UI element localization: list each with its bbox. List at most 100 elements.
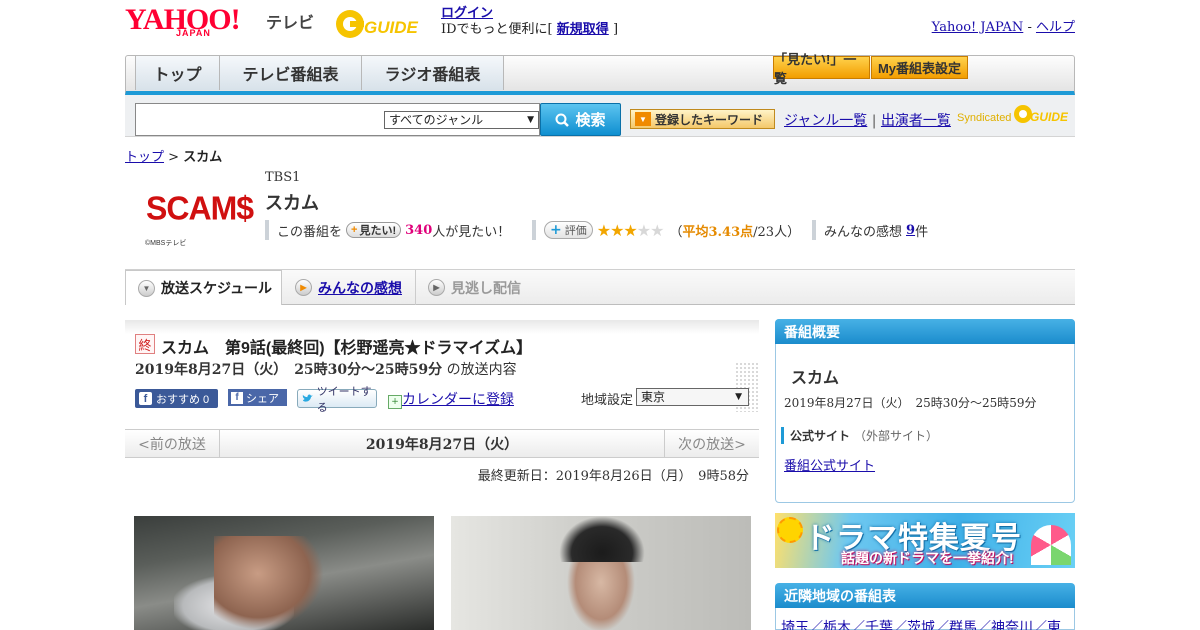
mitai-button[interactable]: + 見たい!	[346, 222, 402, 238]
mitai-info: この番組を + 見たい! 340 人が見たい！	[265, 220, 510, 240]
rating-prefix: （	[669, 224, 683, 240]
help-link[interactable]: ヘルプ	[1036, 20, 1075, 35]
triangle-down-icon: ▼	[635, 112, 651, 126]
drama-banner-subtitle: 話題の新ドラマを一挙紹介!	[841, 550, 1014, 566]
ended-badge: 終	[135, 334, 155, 354]
chevron-down-icon: ▼	[735, 392, 742, 402]
calendar-area: + カレンダーに登録	[388, 389, 514, 409]
yahoo-japan-link[interactable]: Yahoo! JAPAN	[932, 20, 1024, 35]
login-link[interactable]: ログイン	[441, 6, 493, 21]
yahoo-japan-text: JAPAN	[176, 28, 211, 38]
nav-tab-tv-schedule[interactable]: テレビ番組表	[220, 56, 362, 90]
official-site-note: （外部サイト）	[854, 429, 939, 443]
tweet-button[interactable]: ツイートする	[297, 386, 377, 414]
episode-header-bar	[125, 320, 759, 334]
episode-datetime-suffix: の放送内容	[446, 362, 517, 378]
episode-title: スカム 第9話(最終回)【杉野遥亮★ドラマイズム】	[161, 340, 533, 357]
plus-icon: +	[351, 224, 358, 236]
genre-list-link[interactable]: ジャンル一覧	[784, 113, 867, 129]
id-text-post: ]	[612, 22, 619, 37]
overview-title: スカム	[791, 370, 840, 387]
chevron-right-icon: ▶	[295, 279, 312, 296]
star-filled-icon: ★	[610, 220, 624, 240]
gguide-text: GUIDE	[364, 18, 419, 37]
nearby-schedule-header: 近隣地域の番組表	[775, 583, 1075, 608]
search-button-label: 検索	[575, 112, 606, 129]
register-link[interactable]: 新規取得	[557, 22, 609, 37]
impressions-count-link[interactable]: 9	[906, 223, 915, 238]
tab-impressions-label[interactable]: みんなの感想	[318, 278, 402, 298]
tab-impressions[interactable]: ▶ みんなの感想	[283, 270, 416, 305]
genre-select[interactable]: すべてのジャンル ▼	[384, 111, 539, 129]
episode-datetime-value: 2019年8月27日（火） 25時30分～25時59分	[135, 362, 443, 378]
plus-icon: +	[550, 222, 562, 238]
keyword-button-label: 登録したキーワード	[655, 112, 764, 127]
star-empty-icon: ★	[636, 220, 651, 240]
parasol-icon	[1031, 525, 1071, 565]
cast-list-link[interactable]: 出演者一覧	[881, 113, 951, 129]
calendar-register-link[interactable]: カレンダーに登録	[402, 392, 514, 408]
facebook-icon: f	[139, 392, 152, 405]
search-button[interactable]: 検索	[540, 103, 621, 136]
nearby-regions[interactable]: 埼玉／栃木／千葉／茨城／群馬／神奈川／東	[781, 617, 1073, 630]
program-logo: SCAM$	[146, 189, 254, 227]
channel-name: TBS1	[265, 170, 301, 185]
my-schedule-button[interactable]: My番組表設定	[871, 56, 968, 79]
chevron-right-icon: ▶	[428, 279, 445, 296]
episode-datetime: 2019年8月27日（火） 25時30分～25時59分 の放送内容	[135, 359, 517, 379]
breadcrumb-sep: >	[168, 150, 180, 165]
gguide-logo: GUIDE	[336, 10, 419, 38]
rating-stars: ★★★★★	[597, 220, 665, 240]
keyword-button[interactable]: ▼ 登録したキーワード	[630, 109, 775, 129]
impressions-post: 件	[915, 224, 929, 240]
tab-schedule[interactable]: ▼ 放送スケジュール	[125, 270, 282, 305]
tab-catchup[interactable]: ▶ 見逃し配信	[416, 270, 546, 305]
breadcrumb-top-link[interactable]: トップ	[125, 150, 164, 165]
official-site-link[interactable]: 番組公式サイト	[784, 455, 875, 474]
star-filled-icon: ★	[623, 220, 637, 240]
official-site-heading: 公式サイト （外部サイト）	[781, 427, 938, 444]
genre-select-value: すべてのジャンル	[389, 113, 484, 127]
program-logo-credit: ©MBSテレビ	[145, 240, 187, 247]
mitai-count: 340	[405, 222, 433, 238]
syndicated-gguide-text: GUIDE	[1030, 110, 1068, 124]
mitai-post: 人が見たい！	[432, 224, 511, 240]
prev-broadcast-link[interactable]: <前の放送	[125, 429, 220, 458]
facebook-recommend-button[interactable]: f おすすめ 0	[135, 389, 218, 408]
mitai-list-button[interactable]: 「見たい!」一覧	[773, 52, 870, 86]
mitai-pre: この番組を	[277, 224, 343, 240]
search-links: ジャンル一覧 | 出演者一覧	[784, 110, 951, 130]
program-title: スカム	[265, 193, 319, 213]
id-text-pre: IDでもっと便利に[	[441, 22, 553, 37]
evaluate-button[interactable]: + 評価	[544, 221, 593, 239]
nav-tab-top[interactable]: トップ	[135, 56, 220, 90]
current-broadcast-date: 2019年8月27日（火）	[365, 436, 519, 453]
region-select[interactable]: 東京 ▼	[636, 388, 749, 406]
last-updated: 最終更新日：2019年8月26日（月） 9時58分	[477, 469, 749, 484]
mitai-button-label: 見たい!	[359, 225, 397, 237]
chevron-down-icon: ▼	[527, 115, 534, 125]
tv-logo-text: テレビ	[266, 15, 315, 32]
sun-icon	[777, 517, 803, 543]
evaluate-button-label: 評価	[564, 224, 587, 237]
next-broadcast-link[interactable]: 次の放送>	[664, 429, 759, 458]
facebook-share-button[interactable]: f シェア	[228, 389, 287, 406]
nav-tab-radio-schedule[interactable]: ラジオ番組表	[362, 56, 504, 90]
top-links: Yahoo! JAPAN - ヘルプ	[932, 16, 1075, 35]
syndicated-text: Syndicated	[957, 112, 1012, 124]
calendar-add-icon: +	[388, 395, 402, 409]
rating-average: 平均3.43点	[682, 224, 754, 240]
official-site-label: 公式サイト	[790, 429, 851, 443]
tab-schedule-label: 放送スケジュール	[161, 280, 273, 296]
tab-catchup-label: 見逃し配信	[451, 279, 521, 296]
breadcrumb: トップ > スカム	[125, 146, 222, 165]
region-select-value: 東京	[641, 390, 666, 404]
rating-count: /23人）	[753, 224, 801, 240]
login-area: ログイン IDでもっと便利に[ 新規取得 ]	[441, 6, 618, 38]
twitter-bird-icon	[302, 394, 313, 402]
syndicated-gguide-logo: GUIDE	[1014, 105, 1068, 124]
drama-special-banner[interactable]: ドラマ特集夏号 話題の新ドラマを一挙紹介!	[775, 513, 1075, 568]
search-icon	[555, 113, 570, 127]
facebook-icon: f	[231, 391, 243, 404]
overview-datetime: 2019年8月27日（火） 25時30分～25時59分	[784, 396, 1037, 410]
